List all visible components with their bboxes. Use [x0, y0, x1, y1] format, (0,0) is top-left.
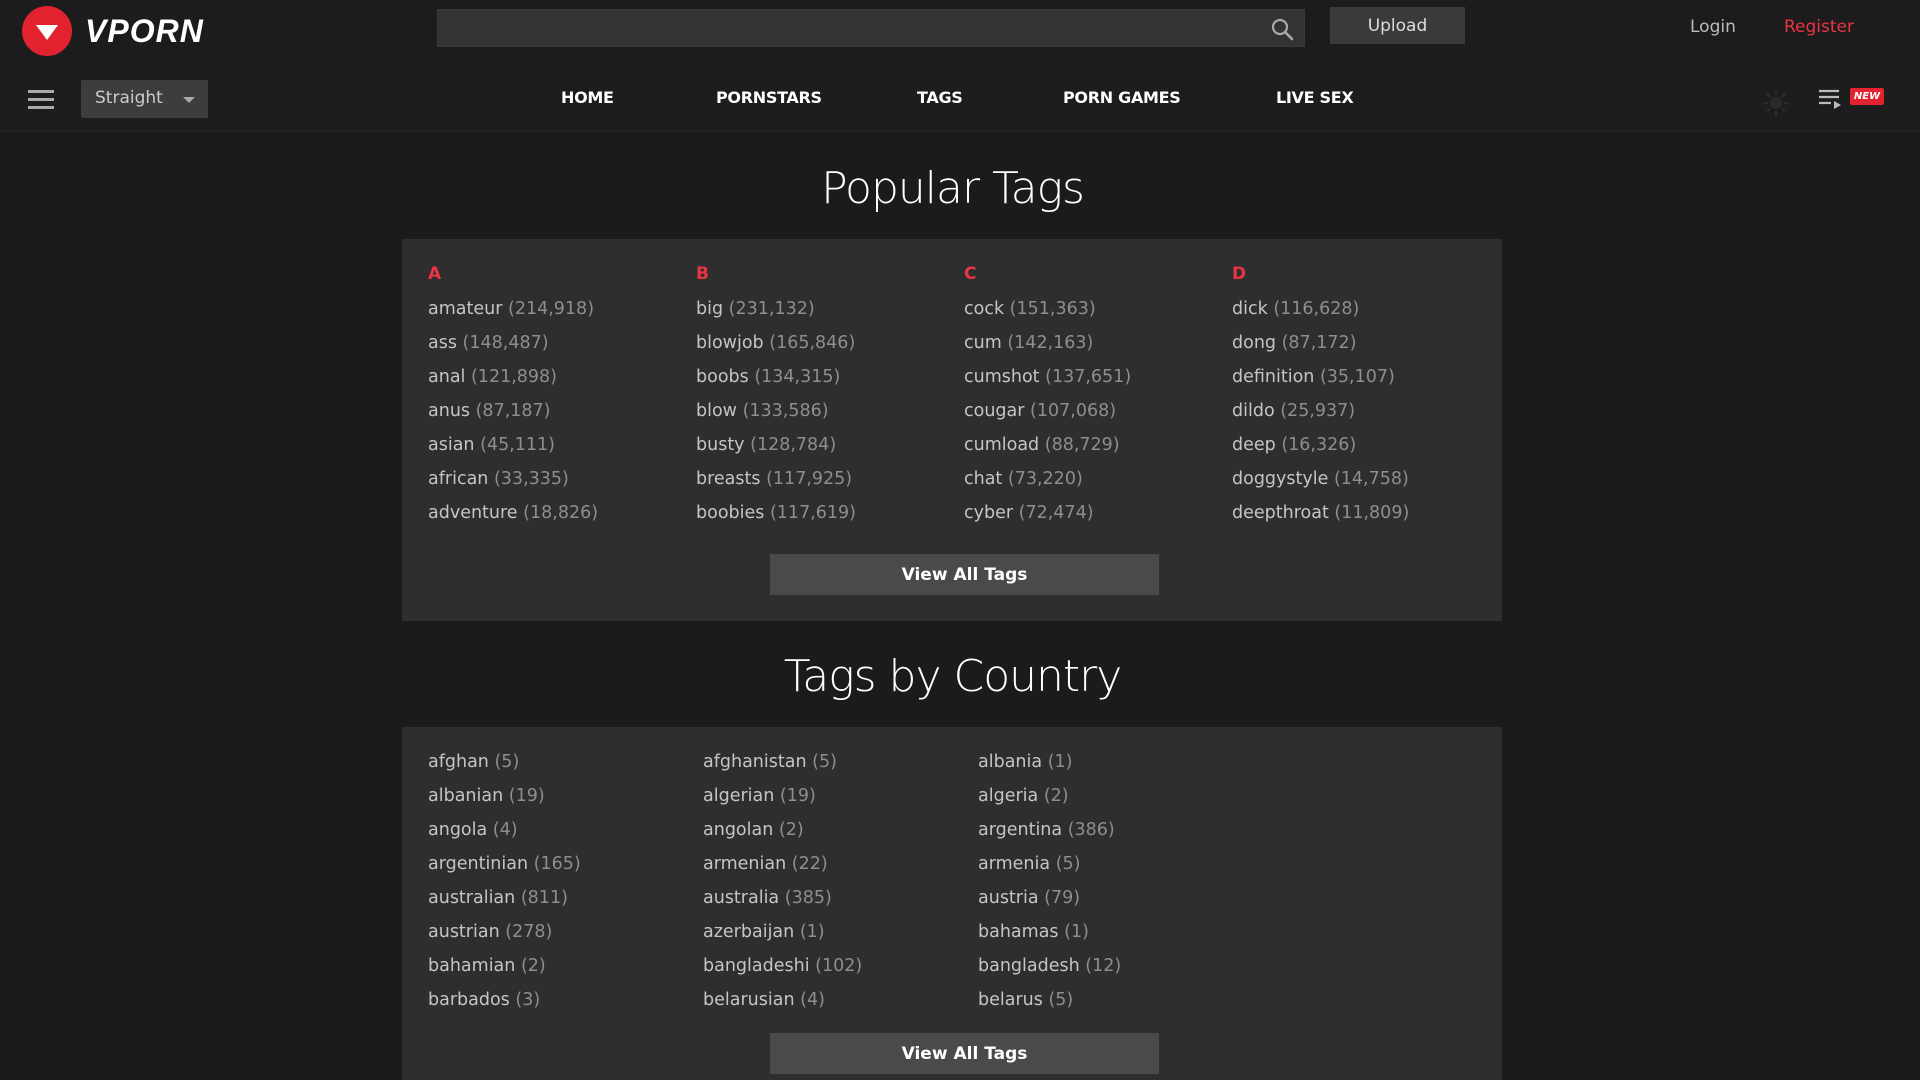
nav-bar: Straight HOME PORNSTARS TAGS PORN GAMES … [0, 66, 1920, 132]
tag-group-c: C cock (151,363) cum (142,163) cumshot (… [964, 264, 1131, 536]
group-letter: C [964, 264, 977, 284]
tag-link[interactable]: busty (128,784) [696, 434, 856, 468]
tag-link[interactable]: cougar (107,068) [964, 400, 1131, 434]
tag-link[interactable]: australian (811) [428, 887, 581, 921]
tag-link[interactable]: doggystyle (14,758) [1232, 468, 1409, 502]
group-letter: B [696, 264, 709, 284]
tag-link[interactable]: barbados (3) [428, 989, 581, 1023]
group-letter: D [1232, 264, 1247, 284]
site-logo[interactable]: VPORN [22, 6, 204, 56]
nav-porn-games[interactable]: PORN GAMES [1063, 88, 1181, 107]
group-letter: A [428, 264, 442, 284]
tag-link[interactable]: bangladesh (12) [978, 955, 1121, 989]
nav-live-sex[interactable]: LIVE SEX [1276, 88, 1354, 107]
tag-group-b: B big (231,132) blowjob (165,846) boobs … [696, 264, 856, 536]
upload-button[interactable]: Upload [1330, 7, 1465, 44]
country-column-2: afghanistan (5) algerian (19) angolan (2… [703, 751, 862, 1023]
tag-link[interactable]: algeria (2) [978, 785, 1121, 819]
menu-icon[interactable] [28, 90, 54, 110]
tag-link[interactable]: austria (79) [978, 887, 1121, 921]
search-icon[interactable] [1270, 17, 1294, 41]
tag-link[interactable]: african (33,335) [428, 468, 598, 502]
tag-link[interactable]: cumload (88,729) [964, 434, 1131, 468]
view-all-tags-button[interactable]: View All Tags [770, 554, 1159, 595]
nav-home[interactable]: HOME [561, 88, 614, 107]
tag-link[interactable]: albanian (19) [428, 785, 581, 819]
tag-link[interactable]: bangladeshi (102) [703, 955, 862, 989]
tag-link[interactable]: deep (16,326) [1232, 434, 1409, 468]
nav-pornstars[interactable]: PORNSTARS [716, 88, 822, 107]
orientation-selected: Straight [95, 88, 163, 108]
tag-link[interactable]: ass (148,487) [428, 332, 598, 366]
tag-link[interactable]: austrian (278) [428, 921, 581, 955]
tag-link[interactable]: belarusian (4) [703, 989, 862, 1023]
tag-link[interactable]: boobies (117,619) [696, 502, 856, 536]
theme-toggle-icon[interactable] [1763, 90, 1789, 116]
tag-link[interactable]: cum (142,163) [964, 332, 1131, 366]
tag-link[interactable]: blow (133,586) [696, 400, 856, 434]
tag-link[interactable]: argentina (386) [978, 819, 1121, 853]
tag-link[interactable]: azerbaijan (1) [703, 921, 862, 955]
tag-link[interactable]: cumshot (137,651) [964, 366, 1131, 400]
tag-link[interactable]: dick (116,628) [1232, 298, 1409, 332]
view-all-country-tags-button[interactable]: View All Tags [770, 1033, 1159, 1074]
tag-link[interactable]: anal (121,898) [428, 366, 598, 400]
orientation-dropdown[interactable]: Straight [81, 80, 208, 118]
logo-play-icon [22, 6, 72, 56]
tag-link[interactable]: dong (87,172) [1232, 332, 1409, 366]
tag-link[interactable]: amateur (214,918) [428, 298, 598, 332]
tag-link[interactable]: armenian (22) [703, 853, 862, 887]
tag-link[interactable]: adventure (18,826) [428, 502, 598, 536]
tag-link[interactable]: breasts (117,925) [696, 468, 856, 502]
tag-link[interactable]: blowjob (165,846) [696, 332, 856, 366]
login-link[interactable]: Login [1690, 17, 1736, 37]
chevron-down-icon [183, 97, 195, 103]
nav-tags[interactable]: TAGS [917, 88, 963, 107]
tag-link[interactable]: cyber (72,474) [964, 502, 1131, 536]
tag-link[interactable]: big (231,132) [696, 298, 856, 332]
country-column-3: albania (1) algeria (2) argentina (386) … [978, 751, 1121, 1023]
country-tags-panel: afghan (5) albanian (19) angola (4) arge… [402, 727, 1502, 1080]
top-bar: VPORN Upload Login Register [0, 0, 1920, 66]
tag-link[interactable]: afghanistan (5) [703, 751, 862, 785]
new-badge: NEW [1850, 88, 1884, 105]
tag-link[interactable]: angola (4) [428, 819, 581, 853]
tag-link[interactable]: anus (87,187) [428, 400, 598, 434]
tag-link[interactable]: afghan (5) [428, 751, 581, 785]
tag-link[interactable]: bahamian (2) [428, 955, 581, 989]
search-input[interactable] [438, 10, 1258, 46]
tag-link[interactable]: bahamas (1) [978, 921, 1121, 955]
tag-link[interactable]: algerian (19) [703, 785, 862, 819]
playlist-icon[interactable] [1818, 88, 1842, 110]
tag-link[interactable]: angolan (2) [703, 819, 862, 853]
tag-link[interactable]: dildo (25,937) [1232, 400, 1409, 434]
tag-link[interactable]: belarus (5) [978, 989, 1121, 1023]
tag-group-d: D dick (116,628) dong (87,172) definitio… [1232, 264, 1409, 536]
popular-tags-panel: A amateur (214,918) ass (148,487) anal (… [402, 239, 1502, 621]
country-column-1: afghan (5) albanian (19) angola (4) arge… [428, 751, 581, 1023]
tag-link[interactable]: armenia (5) [978, 853, 1121, 887]
tag-link[interactable]: chat (73,220) [964, 468, 1131, 502]
logo-text: VPORN [85, 12, 204, 49]
tag-link[interactable]: definition (35,107) [1232, 366, 1409, 400]
popular-tags-title: Popular Tags [821, 163, 1085, 214]
country-tags-title: Tags by Country [783, 651, 1123, 702]
tag-link[interactable]: cock (151,363) [964, 298, 1131, 332]
tag-link[interactable]: australia (385) [703, 887, 862, 921]
tag-link[interactable]: asian (45,111) [428, 434, 598, 468]
tag-link[interactable]: argentinian (165) [428, 853, 581, 887]
search-bar [437, 9, 1305, 47]
register-link[interactable]: Register [1784, 17, 1854, 37]
tag-group-a: A amateur (214,918) ass (148,487) anal (… [428, 264, 598, 536]
tag-link[interactable]: deepthroat (11,809) [1232, 502, 1409, 536]
tag-link[interactable]: boobs (134,315) [696, 366, 856, 400]
tag-link[interactable]: albania (1) [978, 751, 1121, 785]
